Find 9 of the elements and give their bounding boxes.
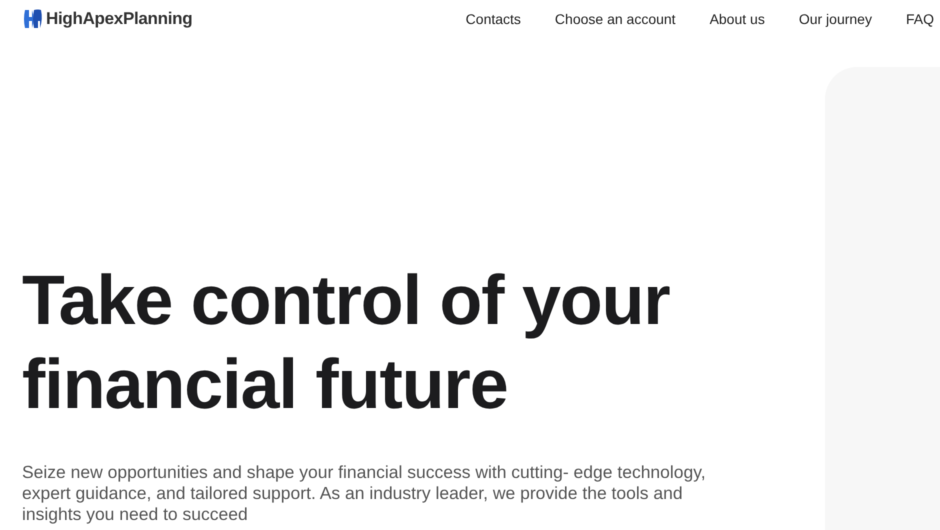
logo-icon [22, 8, 44, 30]
hero-heading: Take control of your financial future [22, 260, 671, 425]
nav-link[interactable]: FAQ [906, 11, 934, 27]
nav-link[interactable]: Our journey [798, 11, 872, 27]
brand-name: HighApexPlanning [46, 9, 192, 29]
hero-description: Seize new opportunities and shape your financial success with cutting- edge technology, expert guidance, and tailored support. As an industry leader, we provide the tools and insights you need to succeed [22, 462, 707, 525]
nav-link[interactable]: Choose an account [554, 11, 676, 27]
nav-link[interactable]: About us [710, 11, 765, 27]
nav-link[interactable]: Contacts [466, 11, 521, 27]
